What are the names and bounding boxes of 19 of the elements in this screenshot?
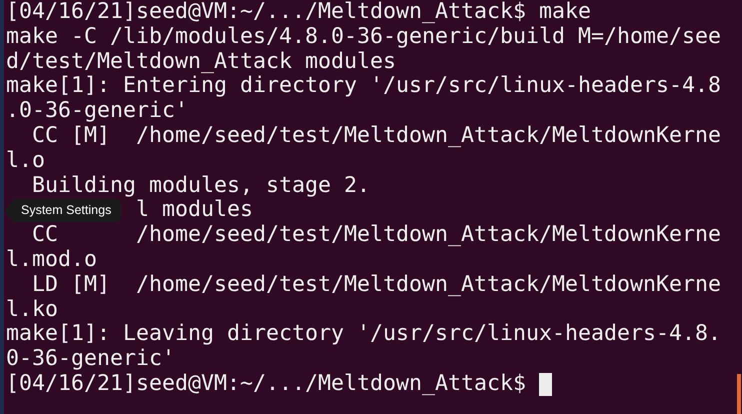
terminal-line: l modules — [136, 198, 254, 224]
terminal-line: l.o — [6, 148, 46, 174]
terminal-line: make[1]: Entering directory '/usr/src/linux-headers-4.8 — [6, 74, 722, 100]
terminal-line: [04/16/21]seed@VM:~/.../Meltdown_Attack$ make — [6, 0, 592, 25]
terminal-line: make[1]: Leaving directory '/usr/src/linux-headers-4.8. — [6, 322, 722, 348]
terminal-line: l.ko — [6, 298, 58, 322]
scrollbar-thumb[interactable] — [737, 374, 741, 414]
terminal-line: LD [M] /home/seed/test/Meltdown_Attack/MeltdownKerne — [31, 272, 722, 298]
terminal-line: 0-36-generic' — [6, 347, 176, 372]
terminal-line: CC /home/seed/test/Meltdown_Attack/MeltdownKerne — [31, 223, 722, 248]
tooltip-arrow-icon — [4, 200, 13, 220]
terminal-line: Building modules, stage 2. — [31, 174, 370, 198]
text-cursor — [539, 372, 552, 396]
terminal-line: d/test/Meltdown_Attack modules — [6, 50, 396, 74]
terminal-line: l.mod.o — [6, 248, 98, 273]
terminal-prompt: [04/16/21]seed@VM:~/.../Meltdown_Attack$ — [6, 372, 528, 397]
terminal-line: .0-36-generic' — [6, 99, 188, 124]
terminal-line: make -C /lib/modules/4.8.0-36-generic/build M=/home/see — [6, 24, 722, 50]
terminal-line: CC [M] /home/seed/test/Meltdown_Attack/MeltdownKerne — [31, 124, 722, 149]
